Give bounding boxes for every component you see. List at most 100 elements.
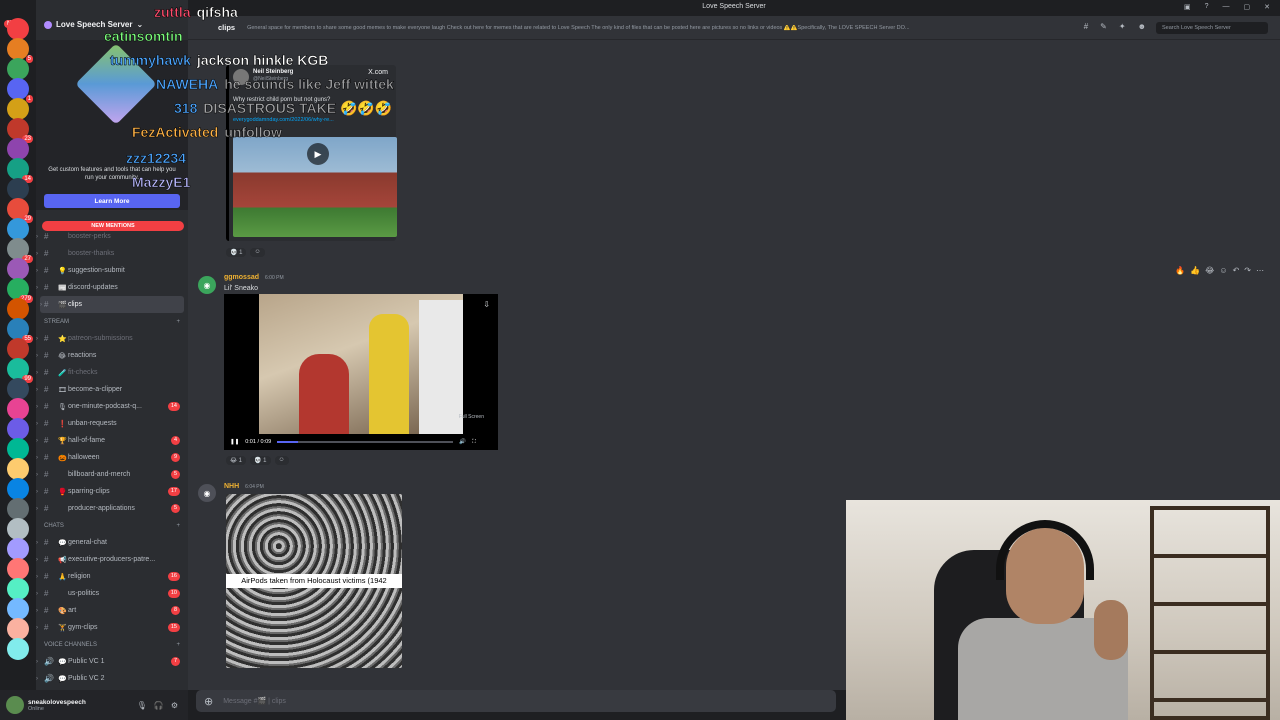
server-icon[interactable] [7,338,29,360]
server-icon[interactable]: 279 [7,278,33,303]
channel-item[interactable]: › # booster-perks [36,228,188,245]
server-icon[interactable] [7,558,29,580]
gear-icon[interactable]: ⚙ [171,701,178,710]
chevron-right-icon[interactable]: › [36,234,38,240]
embed-link[interactable]: everygoddamnday.com/2022/06/why-re... [233,117,334,123]
chevron-right-icon[interactable]: › [36,472,38,478]
message-author[interactable]: ggmossad 6:00 PM [224,274,284,281]
channel-item[interactable]: › # ⭐ patreon-submissions [36,330,188,347]
add-channel-icon[interactable]: + [176,642,180,648]
search-input[interactable]: Search Love Speech Server [1156,22,1268,34]
channel-category[interactable]: CHATS + [36,517,188,534]
channel-item[interactable]: › # 🧪 fit-checks [36,364,188,381]
add-channel-icon[interactable]: + [176,319,180,325]
forward-icon[interactable]: ↷ [1244,266,1251,275]
chevron-right-icon[interactable]: › [36,404,38,410]
channel-item[interactable]: › # 💬 general-chat [36,534,188,551]
server-icon[interactable] [7,438,29,460]
server-icon[interactable]: 27 [7,238,33,263]
avatar[interactable] [6,696,24,714]
pause-icon[interactable]: ❚❚ [230,439,239,445]
server-icon[interactable] [7,418,29,440]
reaction-chip[interactable]: ☺ [250,248,265,257]
channel-item[interactable]: › # 🎃 halloween 9 [36,449,188,466]
threads-icon[interactable]: # [1084,22,1088,31]
embed-thumbnail[interactable]: ▶ [233,137,397,237]
learn-more-button[interactable]: Learn More [44,194,180,208]
chevron-right-icon[interactable]: › [40,302,42,308]
server-icon[interactable] [7,478,29,500]
channel-item[interactable]: › # producer-applications 5 [36,500,188,517]
reaction-emoji-icon[interactable]: 😂 [1205,266,1214,275]
channel-item[interactable]: › 🔊 💬 Public VC 1 7 [36,653,188,670]
chevron-right-icon[interactable]: › [36,574,38,580]
channel-item[interactable]: › # ❗ unban-requests [36,415,188,432]
server-icon[interactable]: 5 [7,38,33,63]
reaction-emoji-icon[interactable]: 🔥 [1175,266,1185,275]
chevron-right-icon[interactable]: › [36,489,38,495]
chevron-right-icon[interactable]: › [36,625,38,631]
channel-topic[interactable]: General space for members to share some … [247,25,1067,31]
reaction-chip[interactable]: ☺ [274,456,289,465]
server-icon[interactable] [7,618,29,640]
server-icon[interactable] [7,458,29,480]
chevron-right-icon[interactable]: › [36,608,38,614]
chevron-right-icon[interactable]: › [36,438,38,444]
video-progress[interactable] [277,441,454,443]
minimize-button[interactable]: — [1223,3,1230,11]
chevron-right-icon[interactable]: › [36,268,38,274]
add-attachment-icon[interactable]: ⊕ [204,695,213,708]
chevron-right-icon[interactable]: › [36,387,38,393]
fullscreen-icon[interactable]: ⛶ [472,439,476,446]
chevron-right-icon[interactable]: › [36,506,38,512]
server-icon[interactable] [7,98,29,120]
server-icon[interactable] [7,538,29,560]
channel-item[interactable]: › # 🙏 religion 16 [36,568,188,585]
channel-item[interactable]: › # booster-thanks [36,245,188,262]
maximize-button[interactable]: ▢ [1244,3,1251,11]
server-icon[interactable] [7,578,29,600]
chevron-right-icon[interactable]: › [36,353,38,359]
server-icon[interactable] [7,378,29,400]
channel-item[interactable]: › 🔊 💬 Public VC 2 [36,670,188,687]
server-header[interactable]: Love Speech Server ⌄ [44,20,143,29]
chevron-right-icon[interactable]: › [36,251,38,257]
server-icon[interactable]: 29 [7,198,33,223]
avatar[interactable]: ◉ [198,276,216,294]
add-reaction-icon[interactable]: ☺ [1219,266,1227,275]
server-icon[interactable]: 99 [7,358,33,383]
pin-icon[interactable]: ✦ [1119,22,1126,31]
reply-icon[interactable]: ↶ [1233,266,1240,275]
channel-item[interactable]: › # 🏆 hall-of-fame 4 [36,432,188,449]
channel-item[interactable]: › # 🎨 art 8 [36,602,188,619]
reaction-emoji-icon[interactable]: 👍 [1190,266,1200,275]
chevron-right-icon[interactable]: › [36,455,38,461]
reaction-chip[interactable]: 💀 1 [250,456,271,465]
channel-category[interactable]: STREAM + [36,313,188,330]
inbox-icon[interactable]: ▣ [1184,3,1191,11]
mute-bell-icon[interactable]: ✎ [1100,22,1107,31]
embed-author[interactable]: Neil Steinberg [253,69,293,75]
server-icon[interactable]: 14 [7,158,33,183]
reaction-chip[interactable]: 😂 1 [226,456,247,465]
channel-category[interactable]: VOICE CHANNELS + [36,636,188,653]
server-icon[interactable]: 55 [7,318,33,343]
chevron-right-icon[interactable]: › [36,285,38,291]
server-icon[interactable] [7,638,29,660]
help-icon[interactable]: ? [1205,3,1209,11]
mic-icon[interactable]: 🎙 [137,701,147,710]
server-icon[interactable] [7,218,29,240]
message-image[interactable]: AirPods taken from Holocaust victims (19… [226,494,402,668]
channel-item[interactable]: › # 🎙 one-minute-podcast-q... 14 [36,398,188,415]
more-icon[interactable]: ⋯ [1256,266,1264,275]
avatar[interactable]: ◉ [198,484,216,502]
server-icon[interactable] [7,18,29,40]
channel-item[interactable]: › # 🎞 become-a-clipper [36,381,188,398]
server-icon[interactable] [7,178,29,200]
server-icon[interactable] [7,258,29,280]
server-icon[interactable]: 1 [7,78,33,103]
download-icon[interactable]: ⇩ [483,300,490,309]
headphones-icon[interactable]: 🎧 [154,701,164,710]
message-composer[interactable]: ⊕ Message #🎬 | clips [196,690,836,712]
chevron-right-icon[interactable]: › [36,557,38,563]
